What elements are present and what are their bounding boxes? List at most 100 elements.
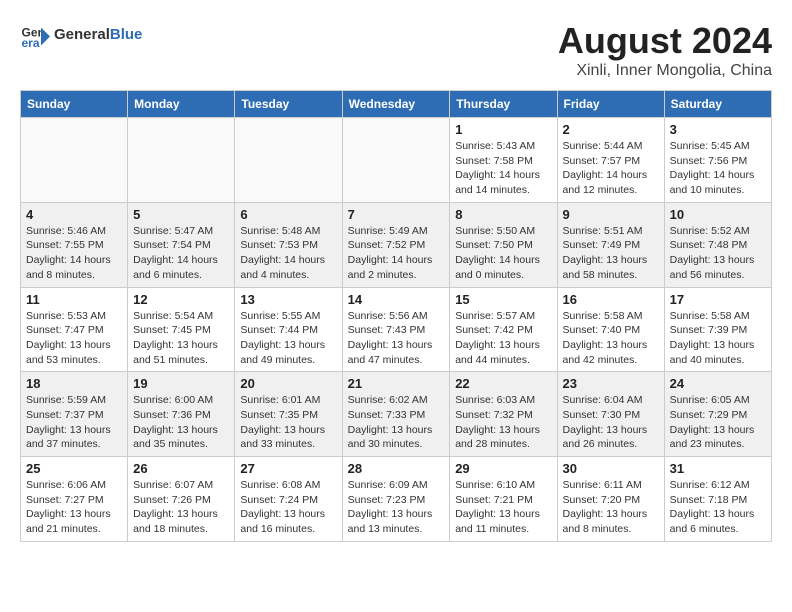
calendar-day-cell: 5 Sunrise: 5:47 AMSunset: 7:54 PMDaylight… xyxy=(128,202,235,287)
col-header-sunday: Sunday xyxy=(21,91,128,118)
location: Xinli, Inner Mongolia, China xyxy=(558,62,772,80)
calendar-day-cell xyxy=(128,118,235,203)
day-info: Sunrise: 5:51 AMSunset: 7:49 PMDaylight:… xyxy=(563,224,659,283)
day-number: 22 xyxy=(455,376,551,391)
day-info: Sunrise: 5:43 AMSunset: 7:58 PMDaylight:… xyxy=(455,139,551,198)
calendar-day-cell: 13 Sunrise: 5:55 AMSunset: 7:44 PMDayligh… xyxy=(235,287,342,372)
calendar-week-row: 1 Sunrise: 5:43 AMSunset: 7:58 PMDaylight… xyxy=(21,118,772,203)
day-number: 29 xyxy=(455,461,551,476)
day-number: 6 xyxy=(240,207,336,222)
col-header-saturday: Saturday xyxy=(664,91,771,118)
day-number: 3 xyxy=(670,122,766,137)
title-area: August 2024 Xinli, Inner Mongolia, China xyxy=(558,20,772,80)
day-number: 16 xyxy=(563,292,659,307)
day-info: Sunrise: 6:12 AMSunset: 7:18 PMDaylight:… xyxy=(670,478,766,537)
calendar-day-cell: 30 Sunrise: 6:11 AMSunset: 7:20 PMDayligh… xyxy=(557,457,664,542)
day-number: 13 xyxy=(240,292,336,307)
day-info: Sunrise: 5:50 AMSunset: 7:50 PMDaylight:… xyxy=(455,224,551,283)
month-year: August 2024 xyxy=(558,20,772,62)
col-header-tuesday: Tuesday xyxy=(235,91,342,118)
day-number: 21 xyxy=(348,376,445,391)
calendar-day-cell: 10Sunrise: 5:52 AMSunset: 7:48 PMDayligh… xyxy=(664,202,771,287)
day-number: 5 xyxy=(133,207,229,222)
page-header: Gen era GeneralBlue August 2024 Xinli, I… xyxy=(20,20,772,80)
day-info: Sunrise: 6:05 AMSunset: 7:29 PMDaylight:… xyxy=(670,393,766,452)
day-info: Sunrise: 5:54 AMSunset: 7:45 PMDaylight:… xyxy=(133,309,229,368)
calendar-day-cell: 11 Sunrise: 5:53 AMSunset: 7:47 PMDayligh… xyxy=(21,287,128,372)
calendar-day-cell xyxy=(21,118,128,203)
day-number: 11 xyxy=(26,292,122,307)
day-info: Sunrise: 6:00 AMSunset: 7:36 PMDaylight:… xyxy=(133,393,229,452)
calendar-week-row: 25 Sunrise: 6:06 AMSunset: 7:27 PMDayligh… xyxy=(21,457,772,542)
day-number: 25 xyxy=(26,461,122,476)
logo-text-general: General xyxy=(54,26,110,43)
calendar-week-row: 18 Sunrise: 5:59 AMSunset: 7:37 PMDayligh… xyxy=(21,372,772,457)
day-number: 27 xyxy=(240,461,336,476)
calendar-week-row: 11 Sunrise: 5:53 AMSunset: 7:47 PMDayligh… xyxy=(21,287,772,372)
day-info: Sunrise: 6:01 AMSunset: 7:35 PMDaylight:… xyxy=(240,393,336,452)
day-info: Sunrise: 5:45 AMSunset: 7:56 PMDaylight:… xyxy=(670,139,766,198)
calendar-day-cell: 9 Sunrise: 5:51 AMSunset: 7:49 PMDaylight… xyxy=(557,202,664,287)
day-info: Sunrise: 5:44 AMSunset: 7:57 PMDaylight:… xyxy=(563,139,659,198)
calendar-day-cell: 23 Sunrise: 6:04 AMSunset: 7:30 PMDayligh… xyxy=(557,372,664,457)
day-info: Sunrise: 6:03 AMSunset: 7:32 PMDaylight:… xyxy=(455,393,551,452)
day-number: 23 xyxy=(563,376,659,391)
day-number: 14 xyxy=(348,292,445,307)
calendar-day-cell: 17 Sunrise: 5:58 AMSunset: 7:39 PMDayligh… xyxy=(664,287,771,372)
day-number: 31 xyxy=(670,461,766,476)
calendar-day-cell: 1 Sunrise: 5:43 AMSunset: 7:58 PMDaylight… xyxy=(450,118,557,203)
day-info: Sunrise: 5:58 AMSunset: 7:39 PMDaylight:… xyxy=(670,309,766,368)
calendar-day-cell: 6Sunrise: 5:48 AMSunset: 7:53 PMDaylight… xyxy=(235,202,342,287)
day-number: 1 xyxy=(455,122,551,137)
day-number: 28 xyxy=(348,461,445,476)
day-info: Sunrise: 5:49 AMSunset: 7:52 PMDaylight:… xyxy=(348,224,445,283)
day-number: 26 xyxy=(133,461,229,476)
logo: Gen era GeneralBlue xyxy=(20,20,142,50)
day-number: 7 xyxy=(348,207,445,222)
day-info: Sunrise: 5:58 AMSunset: 7:40 PMDaylight:… xyxy=(563,309,659,368)
calendar-day-cell: 20Sunrise: 6:01 AMSunset: 7:35 PMDayligh… xyxy=(235,372,342,457)
day-number: 15 xyxy=(455,292,551,307)
calendar-day-cell: 28 Sunrise: 6:09 AMSunset: 7:23 PMDayligh… xyxy=(342,457,450,542)
day-info: Sunrise: 5:55 AMSunset: 7:44 PMDaylight:… xyxy=(240,309,336,368)
col-header-friday: Friday xyxy=(557,91,664,118)
calendar-day-cell: 4Sunrise: 5:46 AMSunset: 7:55 PMDaylight… xyxy=(21,202,128,287)
day-info: Sunrise: 5:47 AMSunset: 7:54 PMDaylight:… xyxy=(133,224,229,283)
day-info: Sunrise: 5:52 AMSunset: 7:48 PMDaylight:… xyxy=(670,224,766,283)
day-info: Sunrise: 6:04 AMSunset: 7:30 PMDaylight:… xyxy=(563,393,659,452)
calendar-day-cell xyxy=(342,118,450,203)
calendar-day-cell: 7 Sunrise: 5:49 AMSunset: 7:52 PMDaylight… xyxy=(342,202,450,287)
calendar-day-cell: 16 Sunrise: 5:58 AMSunset: 7:40 PMDayligh… xyxy=(557,287,664,372)
calendar-day-cell: 26Sunrise: 6:07 AMSunset: 7:26 PMDayligh… xyxy=(128,457,235,542)
day-info: Sunrise: 6:02 AMSunset: 7:33 PMDaylight:… xyxy=(348,393,445,452)
day-number: 2 xyxy=(563,122,659,137)
day-info: Sunrise: 5:59 AMSunset: 7:37 PMDaylight:… xyxy=(26,393,122,452)
calendar-day-cell: 14Sunrise: 5:56 AMSunset: 7:43 PMDayligh… xyxy=(342,287,450,372)
day-info: Sunrise: 5:46 AMSunset: 7:55 PMDaylight:… xyxy=(26,224,122,283)
calendar-day-cell: 24 Sunrise: 6:05 AMSunset: 7:29 PMDayligh… xyxy=(664,372,771,457)
day-info: Sunrise: 5:57 AMSunset: 7:42 PMDaylight:… xyxy=(455,309,551,368)
calendar-day-cell: 19 Sunrise: 6:00 AMSunset: 7:36 PMDayligh… xyxy=(128,372,235,457)
calendar-table: SundayMondayTuesdayWednesdayThursdayFrid… xyxy=(20,90,772,542)
col-header-monday: Monday xyxy=(128,91,235,118)
day-number: 18 xyxy=(26,376,122,391)
day-number: 19 xyxy=(133,376,229,391)
calendar-day-cell: 22 Sunrise: 6:03 AMSunset: 7:32 PMDayligh… xyxy=(450,372,557,457)
calendar-day-cell xyxy=(235,118,342,203)
day-number: 12 xyxy=(133,292,229,307)
day-info: Sunrise: 5:53 AMSunset: 7:47 PMDaylight:… xyxy=(26,309,122,368)
day-number: 9 xyxy=(563,207,659,222)
day-number: 17 xyxy=(670,292,766,307)
day-info: Sunrise: 6:06 AMSunset: 7:27 PMDaylight:… xyxy=(26,478,122,537)
calendar-week-row: 4Sunrise: 5:46 AMSunset: 7:55 PMDaylight… xyxy=(21,202,772,287)
day-number: 30 xyxy=(563,461,659,476)
day-info: Sunrise: 6:10 AMSunset: 7:21 PMDaylight:… xyxy=(455,478,551,537)
day-info: Sunrise: 6:09 AMSunset: 7:23 PMDaylight:… xyxy=(348,478,445,537)
logo-text-blue: Blue xyxy=(110,26,143,43)
col-header-wednesday: Wednesday xyxy=(342,91,450,118)
calendar-day-cell: 15 Sunrise: 5:57 AMSunset: 7:42 PMDayligh… xyxy=(450,287,557,372)
day-info: Sunrise: 6:11 AMSunset: 7:20 PMDaylight:… xyxy=(563,478,659,537)
logo-icon: Gen era xyxy=(20,20,50,50)
calendar-day-cell: 3 Sunrise: 5:45 AMSunset: 7:56 PMDaylight… xyxy=(664,118,771,203)
day-number: 24 xyxy=(670,376,766,391)
